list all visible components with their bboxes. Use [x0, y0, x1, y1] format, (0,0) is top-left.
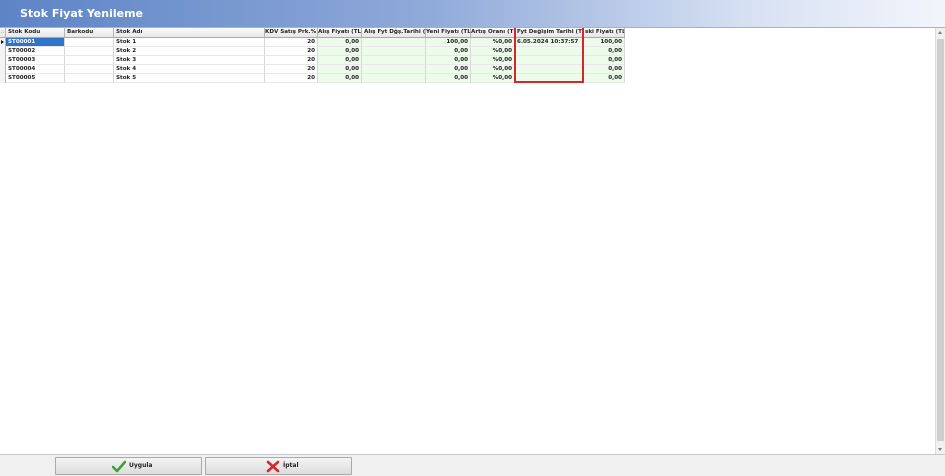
button-bar: Uygula İptal — [0, 454, 945, 476]
column-header-increase-rate[interactable]: Artış Oranı (TL) — [471, 28, 515, 38]
cell-old-price[interactable]: 0,00 — [583, 74, 625, 83]
cell-old-price[interactable]: 0,00 — [583, 65, 625, 74]
cell-stock-code[interactable]: ST00005 — [6, 74, 65, 83]
cell-purchase-price-change-date[interactable] — [362, 65, 426, 74]
cell-purchase-price-change-date[interactable] — [362, 47, 426, 56]
vertical-scrollbar[interactable] — [935, 28, 945, 454]
cell-vat-sales-rate[interactable]: 20 — [265, 38, 318, 47]
cell-barcode[interactable] — [65, 74, 114, 83]
cell-increase-rate[interactable]: %0,00 — [471, 65, 515, 74]
cell-stock-name[interactable]: Stok 4 — [114, 65, 265, 74]
cell-purchase-price[interactable]: 0,00 — [318, 74, 362, 83]
cell-new-price[interactable]: 100,00 — [426, 38, 471, 47]
cell-vat-sales-rate[interactable]: 20 — [265, 65, 318, 74]
cell-vat-sales-rate[interactable]: 20 — [265, 56, 318, 65]
highlight-annotation-box — [514, 28, 584, 83]
cell-old-price[interactable]: 0,00 — [583, 56, 625, 65]
cancel-button-label: İptal — [283, 462, 299, 469]
cell-new-price[interactable]: 0,00 — [426, 74, 471, 83]
title-bar: Stok Fiyat Yenileme — [0, 0, 945, 28]
cell-increase-rate[interactable]: %0,00 — [471, 74, 515, 83]
stock-price-grid[interactable]: :: Stok Kodu Barkodu Stok Adı KDV Satış Prk.… — [0, 28, 935, 454]
cancel-button[interactable]: İptal — [205, 457, 352, 475]
cell-purchase-price-change-date[interactable] — [362, 56, 426, 65]
apply-button[interactable]: Uygula — [55, 457, 202, 475]
cell-increase-rate[interactable]: %0,00 — [471, 38, 515, 47]
cross-icon — [266, 460, 280, 473]
cell-stock-code[interactable]: ST00002 — [6, 47, 65, 56]
column-header-purchase-price-change-date[interactable]: Alış Fyt Dğş.Tarihi (TL) — [362, 28, 426, 38]
column-header-stock-code[interactable]: Stok Kodu — [6, 28, 65, 38]
cell-stock-code[interactable]: ST00004 — [6, 65, 65, 74]
cell-purchase-price[interactable]: 0,00 — [318, 47, 362, 56]
cell-old-price[interactable]: 100,00 — [583, 38, 625, 47]
cell-barcode[interactable] — [65, 65, 114, 74]
cell-new-price[interactable]: 0,00 — [426, 47, 471, 56]
cell-stock-code[interactable]: ST00001 — [6, 38, 65, 47]
cell-new-price[interactable]: 0,00 — [426, 65, 471, 74]
cell-purchase-price-change-date[interactable] — [362, 74, 426, 83]
cell-vat-sales-rate[interactable]: 20 — [265, 74, 318, 83]
scroll-thumb[interactable] — [937, 39, 944, 441]
column-header-stock-name[interactable]: Stok Adı — [114, 28, 265, 38]
cell-old-price[interactable]: 0,00 — [583, 47, 625, 56]
cell-purchase-price[interactable]: 0,00 — [318, 56, 362, 65]
cell-increase-rate[interactable]: %0,00 — [471, 47, 515, 56]
cell-purchase-price[interactable]: 0,00 — [318, 38, 362, 47]
cell-increase-rate[interactable]: %0,00 — [471, 56, 515, 65]
column-header-vat-sales-rate[interactable]: KDV Satış Prk.% — [265, 28, 318, 38]
cell-stock-name[interactable]: Stok 2 — [114, 47, 265, 56]
column-header-new-price[interactable]: Yeni Fiyatı (TL) — [426, 28, 471, 38]
scroll-down-button[interactable] — [936, 445, 945, 454]
chevron-down-icon — [938, 448, 942, 451]
cell-stock-code[interactable]: ST00003 — [6, 56, 65, 65]
cell-stock-name[interactable]: Stok 5 — [114, 74, 265, 83]
cell-barcode[interactable] — [65, 47, 114, 56]
chevron-up-icon — [938, 31, 942, 34]
window-title: Stok Fiyat Yenileme — [20, 7, 144, 20]
column-header-purchase-price[interactable]: Alış Fiyatı (TL) — [318, 28, 362, 38]
cell-stock-name[interactable]: Stok 3 — [114, 56, 265, 65]
checkmark-icon — [112, 460, 126, 473]
cell-stock-name[interactable]: Stok 1 — [114, 38, 265, 47]
cell-barcode[interactable] — [65, 56, 114, 65]
cell-purchase-price-change-date[interactable] — [362, 38, 426, 47]
column-header-barcode[interactable]: Barkodu — [65, 28, 114, 38]
column-header-old-price[interactable]: ski Fiyatı (TL) — [583, 28, 625, 38]
current-row-arrow-icon — [1, 40, 4, 44]
cell-purchase-price[interactable]: 0,00 — [318, 65, 362, 74]
apply-button-label: Uygula — [129, 462, 153, 469]
cell-new-price[interactable]: 0,00 — [426, 56, 471, 65]
scroll-up-button[interactable] — [936, 28, 945, 37]
cell-barcode[interactable] — [65, 38, 114, 47]
cell-vat-sales-rate[interactable]: 20 — [265, 47, 318, 56]
